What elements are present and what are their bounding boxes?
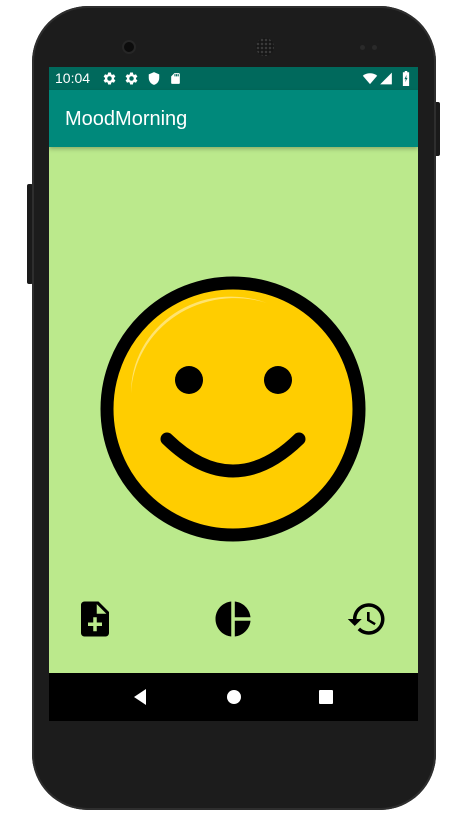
settings-icon (103, 72, 116, 85)
shield-icon (148, 72, 160, 85)
history-button[interactable] (346, 598, 388, 640)
light-sensor (372, 45, 377, 50)
status-time: 10:04 (55, 70, 91, 86)
app-screen: 10:04 MoodMorning (49, 67, 418, 721)
smiley-face-icon[interactable] (97, 273, 369, 545)
proximity-sensor (360, 45, 365, 50)
app-bar: MoodMorning (49, 90, 418, 147)
earpiece-speaker (256, 38, 274, 56)
battery-icon (402, 71, 410, 86)
wifi-icon (362, 73, 378, 85)
sd-card-icon (171, 73, 180, 84)
back-icon[interactable] (131, 687, 151, 707)
statistics-button[interactable] (212, 598, 254, 640)
home-icon[interactable] (224, 687, 244, 707)
front-camera (124, 42, 134, 52)
settings-icon (125, 72, 138, 85)
app-title: MoodMorning (65, 108, 188, 130)
recents-icon[interactable] (316, 687, 336, 707)
status-bar: 10:04 (49, 67, 418, 90)
add-note-button[interactable] (74, 598, 116, 640)
navigation-bar (49, 673, 418, 721)
signal-icon (380, 72, 392, 85)
